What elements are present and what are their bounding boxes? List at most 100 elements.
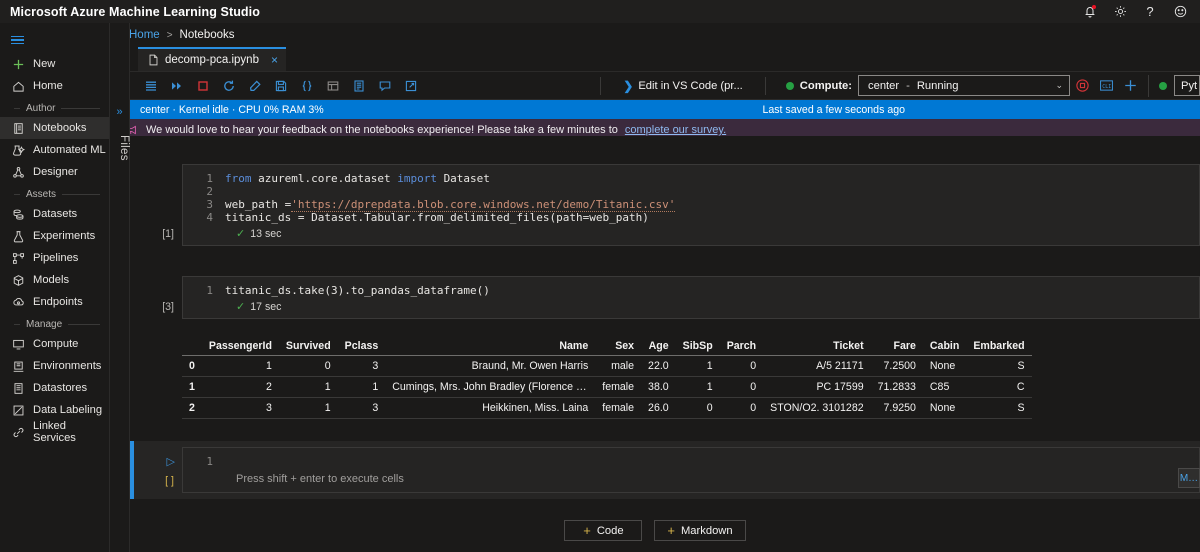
- sidebar-item-new[interactable]: New: [0, 53, 109, 75]
- code-text: titanic_ds.take(3).to_pandas_dataframe(): [225, 284, 490, 297]
- chevron-down-icon: ⌄: [1055, 80, 1063, 90]
- breadcrumb-home[interactable]: Home: [129, 29, 160, 41]
- variable-explorer-icon[interactable]: [322, 76, 343, 96]
- global-header-actions: ?: [1082, 4, 1200, 20]
- environments-icon: [11, 359, 25, 373]
- sidebar-item-pipelines[interactable]: Pipelines: [0, 247, 109, 269]
- sidebar-item-label: Automated ML: [33, 144, 106, 156]
- cell-editor[interactable]: 1 Press shift + enter to execute cells: [182, 447, 1200, 493]
- stop-icon[interactable]: [192, 76, 213, 96]
- survey-banner-text: We would love to hear your feedback on t…: [146, 124, 618, 136]
- cell-value: 2: [266, 381, 272, 393]
- code-text: from azureml.core.dataset import Dataset: [225, 172, 490, 185]
- files-panel-label[interactable]: Files: [110, 135, 130, 161]
- add-code-cell-button[interactable]: + Code: [564, 520, 643, 541]
- notebook-cell[interactable]: [3] 1 titanic_ds.take(3).to_pandas_dataf…: [130, 276, 1200, 319]
- code-text: web_path ='https://dprepdata.blob.core.w…: [225, 198, 676, 212]
- active-notebook-cell[interactable]: ▷ [ ] 1 Press shift + enter to execute c…: [130, 441, 1200, 499]
- sidebar-item-compute[interactable]: Compute: [0, 333, 109, 355]
- pipelines-icon: [11, 251, 25, 265]
- sidebar-item-automated-ml[interactable]: Automated ML: [0, 139, 109, 161]
- new-compute-icon[interactable]: [1118, 75, 1142, 97]
- execution-count: [3]: [162, 301, 174, 313]
- cell-value: 0: [750, 381, 757, 393]
- cell-value: 0: [750, 360, 757, 372]
- compute-status-dot: [785, 81, 794, 90]
- cell-run-duration: 17 sec: [250, 300, 282, 313]
- sidebar-item-label: Compute: [33, 338, 79, 350]
- sidebar-item-models[interactable]: Models: [0, 269, 109, 291]
- edit-in-vs-code-button[interactable]: ❯ Edit in VS Code (pr...: [611, 79, 755, 93]
- notebook-cell[interactable]: [1] 1 from azureml.core.dataset import D…: [130, 164, 1200, 246]
- sidebar-item-label: Designer: [33, 166, 78, 178]
- code-text: titanic_ds = Dataset.Tabular.from_delimi…: [225, 211, 649, 224]
- tab-decomp-pca[interactable]: decomp-pca.ipynb ×: [138, 47, 286, 71]
- sidebar-item-home[interactable]: Home: [0, 75, 109, 97]
- cell-value: Cumings, Mrs. John Bradley (Florence Bri…: [392, 381, 595, 393]
- sidebar-item-designer[interactable]: Designer: [0, 161, 109, 183]
- edit-in-vs-code-label: Edit in VS Code (pr...: [638, 79, 743, 92]
- menu-icon[interactable]: [0, 27, 109, 53]
- restart-kernel-icon[interactable]: [218, 76, 239, 96]
- settings-gear-icon[interactable]: [1112, 4, 1128, 20]
- run-cell-icon[interactable]: ▷: [167, 455, 175, 468]
- column-header: Pclass: [337, 337, 386, 356]
- notebook-canvas: [1] 1 from azureml.core.dataset import D…: [130, 136, 1200, 552]
- cell-value: 38.0: [648, 381, 669, 393]
- sidebar-item-linked-services[interactable]: Linked Services: [0, 420, 109, 444]
- close-icon[interactable]: ×: [265, 53, 278, 67]
- compute-dropdown[interactable]: center - Running ⌄: [858, 75, 1070, 96]
- experiments-flask-icon: [11, 229, 25, 243]
- markdown-insert-button[interactable]: M…: [1178, 468, 1200, 488]
- add-markdown-label: Markdown: [680, 524, 733, 537]
- format-code-icon[interactable]: [296, 76, 317, 96]
- menu-list-icon[interactable]: [140, 76, 161, 96]
- cell-editor[interactable]: 1 titanic_ds.take(3).to_pandas_dataframe…: [182, 276, 1200, 319]
- clear-outputs-icon[interactable]: [244, 76, 265, 96]
- row-index: 1: [189, 381, 195, 393]
- cell-value: PC 17599: [816, 381, 864, 393]
- datasets-icon: [11, 207, 25, 221]
- column-header: PassengerId: [201, 337, 279, 356]
- cell-editor[interactable]: 1 from azureml.core.dataset import Datas…: [182, 164, 1200, 246]
- help-icon[interactable]: ?: [1142, 4, 1158, 20]
- sidebar-item-label: Datasets: [33, 208, 78, 220]
- automated-ml-icon: [11, 143, 25, 157]
- stop-compute-icon[interactable]: [1070, 75, 1094, 97]
- sidebar-item-notebooks[interactable]: Notebooks: [0, 117, 109, 139]
- column-header: Ticket: [763, 337, 871, 356]
- line-number: 4: [206, 211, 213, 224]
- survey-link[interactable]: complete our survey.: [625, 124, 726, 136]
- cell-value: 1: [324, 402, 331, 414]
- breadcrumb-current: Notebooks: [179, 29, 235, 41]
- cell-value: 1: [266, 360, 272, 372]
- sidebar-item-data-labeling[interactable]: Data Labeling: [0, 399, 109, 421]
- column-header: [182, 337, 202, 356]
- column-header: SibSp: [675, 337, 720, 356]
- cell-value: 0: [324, 360, 331, 372]
- sidebar-group-assets: Assets: [0, 183, 109, 203]
- sidebar-item-datastores[interactable]: Datastores: [0, 377, 109, 399]
- save-icon[interactable]: [270, 76, 291, 96]
- sidebar-item-endpoints[interactable]: Endpoints: [0, 291, 109, 313]
- column-header: Parch: [719, 337, 764, 356]
- line-number: 2: [206, 185, 213, 198]
- compute-label: Compute:: [799, 79, 852, 92]
- notebook-outline-icon[interactable]: [348, 76, 369, 96]
- kernel-dropdown[interactable]: Pyt: [1174, 75, 1200, 96]
- code-line: 4 titanic_ds = Dataset.Tabular.from_deli…: [183, 211, 1199, 224]
- notebook-cell[interactable]: ▷ [ ] 1 Press shift + enter to execute c…: [130, 447, 1200, 493]
- add-markdown-cell-button[interactable]: + Markdown: [654, 520, 746, 541]
- open-external-icon[interactable]: [400, 76, 421, 96]
- run-all-icon[interactable]: [166, 76, 187, 96]
- notifications-icon[interactable]: [1082, 4, 1098, 20]
- sidebar-item-experiments[interactable]: Experiments: [0, 225, 109, 247]
- comments-icon[interactable]: [374, 76, 395, 96]
- sidebar-item-datasets[interactable]: Datasets: [0, 203, 109, 225]
- cell-value: 26.0: [648, 402, 669, 414]
- feedback-smiley-icon[interactable]: [1172, 4, 1188, 20]
- expand-files-icon[interactable]: »: [110, 102, 129, 121]
- cell-value: A/5 21171: [816, 360, 864, 372]
- sidebar-item-environments[interactable]: Environments: [0, 355, 109, 377]
- terminal-cli-icon[interactable]: CLI: [1094, 75, 1118, 97]
